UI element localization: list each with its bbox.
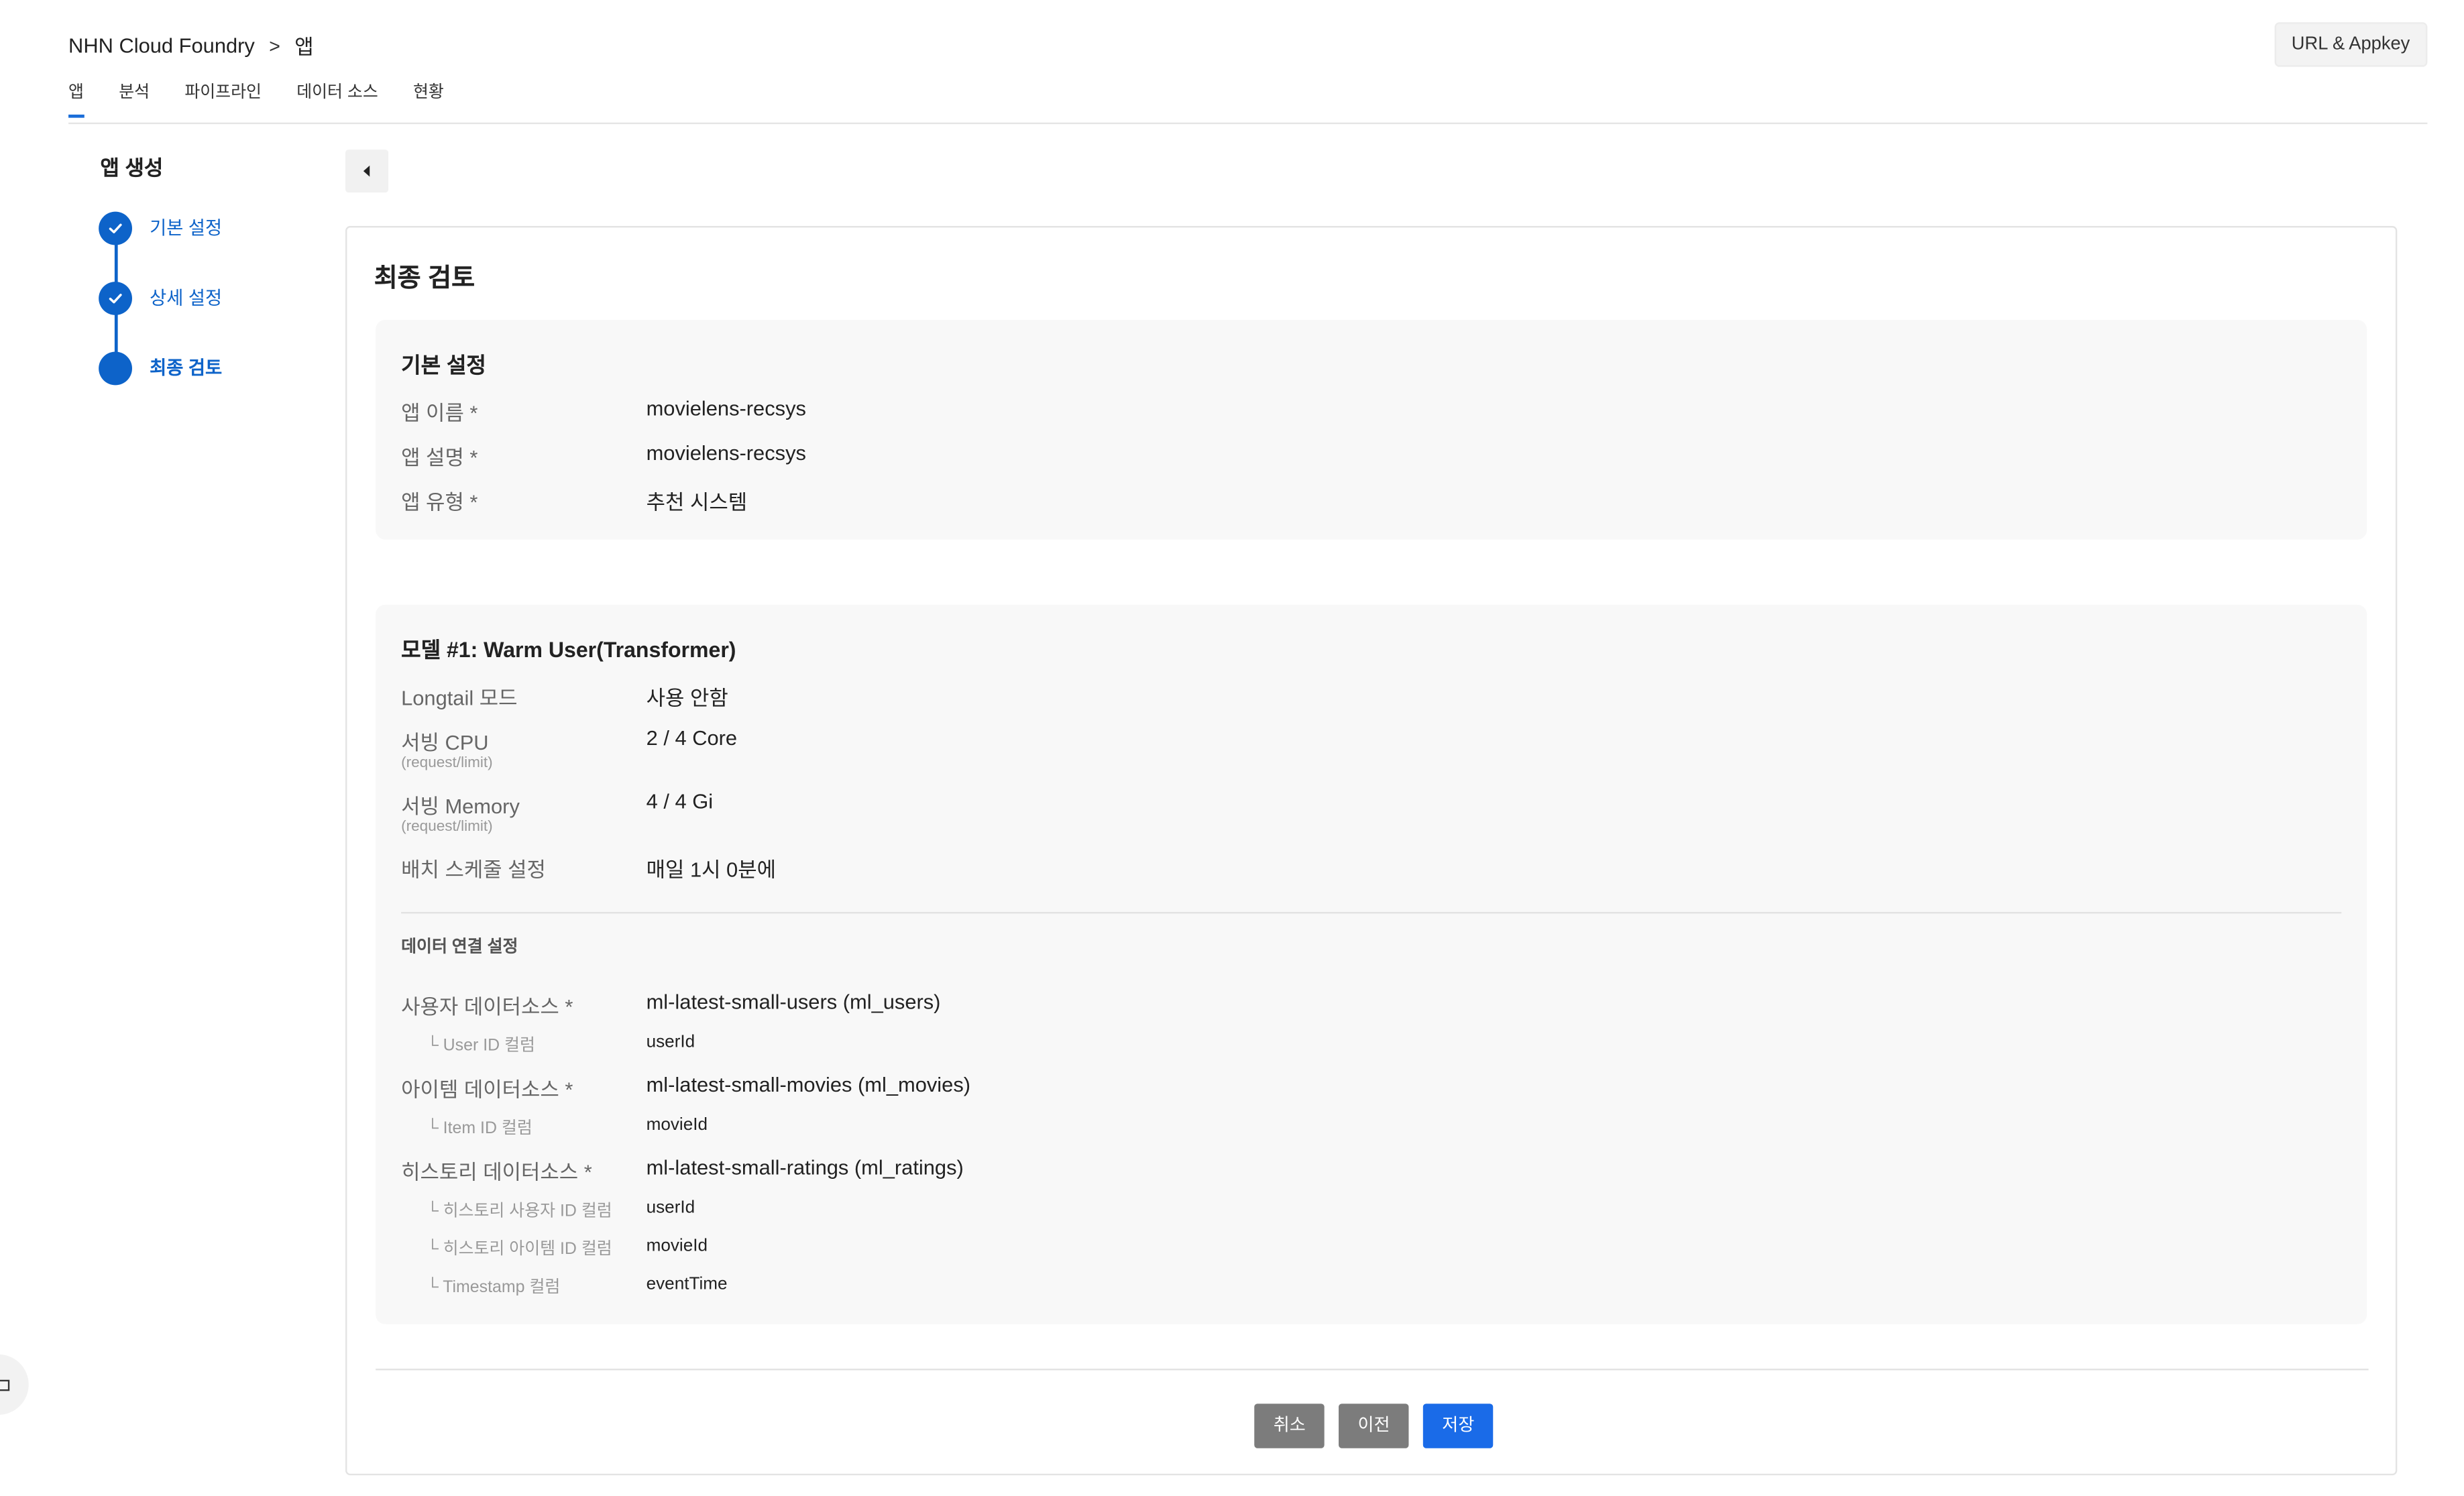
check-icon bbox=[99, 211, 132, 245]
main-tabs: 앱 분석 파이프라인 데이터 소스 현황 bbox=[68, 80, 479, 118]
app-type-value: 추천 시스템 bbox=[646, 490, 748, 514]
floating-action-button[interactable] bbox=[0, 1354, 29, 1415]
step-label: 기본 설정 bbox=[150, 219, 223, 239]
user-id-column-label: └ User ID 컬럼 bbox=[427, 1036, 535, 1055]
longtail-mode-label: Longtail 모드 bbox=[401, 685, 518, 710]
app-description-label: 앱 설명 * bbox=[401, 445, 478, 470]
breadcrumb-current[interactable]: 앱 bbox=[294, 30, 313, 60]
item-datasource-value: ml-latest-small-movies (ml_movies) bbox=[646, 1072, 971, 1097]
app-header: NHN Cloud Foundry > 앱 URL & Appkey 앱 분석 … bbox=[68, 0, 2428, 125]
breadcrumb: NHN Cloud Foundry > 앱 bbox=[68, 30, 314, 60]
user-id-column-value: userId bbox=[646, 1033, 695, 1052]
app-name-value: movielens-recsys bbox=[646, 396, 806, 420]
history-item-id-column-label: └ 히스토리 아이템 ID 컬럼 bbox=[427, 1239, 612, 1259]
serving-memory-label: 서빙 Memory bbox=[401, 794, 520, 818]
tab-status[interactable]: 현황 bbox=[413, 80, 444, 117]
user-datasource-value: ml-latest-small-users (ml_users) bbox=[646, 990, 941, 1014]
step-detail-settings[interactable]: 상세 설정 bbox=[99, 280, 337, 315]
longtail-mode-value: 사용 안함 bbox=[646, 685, 728, 710]
serving-memory-value: 4 / 4 Gi bbox=[646, 789, 714, 813]
batch-schedule-value: 매일 1시 0분에 bbox=[646, 858, 776, 882]
url-appkey-button[interactable]: URL & Appkey bbox=[2274, 22, 2428, 67]
cancel-button[interactable]: 취소 bbox=[1254, 1403, 1325, 1448]
section-title: 기본 설정 bbox=[401, 353, 486, 378]
model-section: 모델 #1: Warm User(Transformer) Longtail 모… bbox=[376, 604, 2367, 1324]
chevron-right-icon: > bbox=[269, 34, 280, 57]
breadcrumb-root[interactable]: NHN Cloud Foundry bbox=[68, 34, 255, 58]
data-connection-title: 데이터 연결 설정 bbox=[401, 937, 518, 957]
timestamp-column-value: eventTime bbox=[646, 1275, 728, 1294]
serving-cpu-label: 서빙 CPU bbox=[401, 730, 489, 754]
app-type-label: 앱 유형 * bbox=[401, 490, 478, 514]
check-icon bbox=[99, 280, 132, 314]
tab-datasource[interactable]: 데이터 소스 bbox=[296, 80, 378, 117]
step-label: 상세 설정 bbox=[150, 289, 223, 309]
tab-analysis[interactable]: 분석 bbox=[119, 80, 150, 117]
basic-settings-section: 기본 설정 앱 이름 * movielens-recsys 앱 설명 * mov… bbox=[376, 320, 2367, 540]
history-datasource-value: ml-latest-small-ratings (ml_ratings) bbox=[646, 1155, 964, 1179]
tab-pipeline[interactable]: 파이프라인 bbox=[184, 80, 262, 117]
app-description-value: movielens-recsys bbox=[646, 441, 806, 465]
collapse-sidebar-button[interactable] bbox=[345, 150, 389, 193]
history-item-id-column-value: movieId bbox=[646, 1236, 708, 1256]
final-review-card: 최종 검토 기본 설정 앱 이름 * movielens-recsys 앱 설명… bbox=[345, 226, 2398, 1476]
app-name-label: 앱 이름 * bbox=[401, 401, 478, 425]
step-basic-settings[interactable]: 기본 설정 bbox=[99, 210, 337, 245]
previous-button[interactable]: 이전 bbox=[1339, 1403, 1410, 1448]
caret-left-icon bbox=[363, 165, 370, 177]
serving-cpu-sublabel: (request/limit) bbox=[401, 754, 493, 772]
save-button[interactable]: 저장 bbox=[1422, 1403, 1494, 1448]
history-datasource-label: 히스토리 데이터소스 * bbox=[401, 1160, 592, 1184]
section-title: 모델 #1: Warm User(Transformer) bbox=[401, 638, 736, 663]
item-id-column-label: └ Item ID 컬럼 bbox=[427, 1118, 533, 1138]
user-datasource-label: 사용자 데이터소스 * bbox=[401, 994, 573, 1019]
footer-divider bbox=[376, 1369, 2369, 1371]
timestamp-column-label: └ Timestamp 컬럼 bbox=[427, 1277, 561, 1298]
step-label: 최종 검토 bbox=[150, 359, 223, 379]
step-current-dot bbox=[99, 351, 132, 385]
step-final-review[interactable]: 최종 검토 bbox=[99, 350, 337, 385]
serving-memory-sublabel: (request/limit) bbox=[401, 817, 493, 836]
history-user-id-column-label: └ 히스토리 사용자 ID 컬럼 bbox=[427, 1201, 612, 1221]
history-user-id-column-value: userId bbox=[646, 1198, 695, 1218]
item-datasource-label: 아이템 데이터소스 * bbox=[401, 1077, 573, 1102]
sidebar-title: 앱 생성 bbox=[100, 156, 164, 180]
tab-app[interactable]: 앱 bbox=[68, 80, 84, 118]
batch-schedule-label: 배치 스케줄 설정 bbox=[401, 858, 546, 882]
card-title: 최종 검토 bbox=[374, 266, 475, 293]
square-icon bbox=[0, 1379, 10, 1391]
item-id-column-value: movieId bbox=[646, 1115, 708, 1135]
section-divider bbox=[401, 911, 2342, 914]
serving-cpu-value: 2 / 4 Core bbox=[646, 726, 738, 750]
